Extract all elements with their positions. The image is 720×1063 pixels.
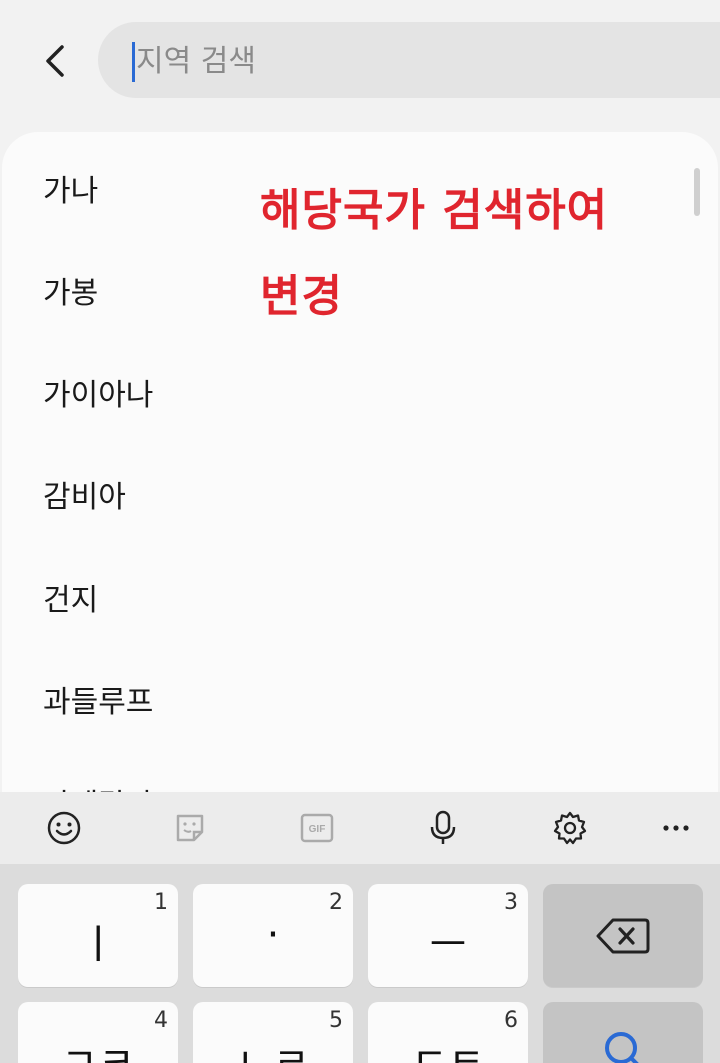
search-key[interactable] <box>543 1002 703 1063</box>
key-5[interactable]: 5 ㄴㄹ <box>193 1002 353 1063</box>
key-4[interactable]: 4 ㄱㅋ <box>18 1002 178 1063</box>
key-3[interactable]: 3 ㅡ <box>368 884 528 987</box>
key-1[interactable]: 1 ㅣ <box>18 884 178 987</box>
keyboard-toolbar: GIF <box>0 792 720 864</box>
settings-icon[interactable] <box>548 806 592 850</box>
key-label: · <box>266 912 280 958</box>
list-item[interactable]: 가이아나 <box>43 370 153 414</box>
gif-icon[interactable]: GIF <box>295 806 339 850</box>
list-item[interactable]: 감비아 <box>43 472 126 516</box>
keyboard: 1 ㅣ 2 · 3 ㅡ 4 ㄱㅋ 5 ㄴㄹ 6 ㄷㅌ <box>0 864 720 1063</box>
microphone-icon[interactable] <box>421 806 465 850</box>
backspace-key[interactable] <box>543 884 703 987</box>
search-icon <box>605 1032 639 1063</box>
back-button[interactable] <box>30 36 80 86</box>
sticker-icon[interactable] <box>168 806 212 850</box>
key-label: ㄷㅌ <box>411 1040 485 1063</box>
list-item[interactable]: 건지 <box>43 575 98 619</box>
search-input[interactable] <box>134 36 678 86</box>
list-item[interactable]: 가나 <box>43 166 98 210</box>
key-2[interactable]: 2 · <box>193 884 353 987</box>
back-arrow-icon <box>46 45 64 77</box>
region-list[interactable]: 가나 가봉 가이아나 감비아 건지 과들루프 과테말라 해당국가 검색하여 변경 <box>2 132 718 792</box>
list-item[interactable]: 과테말라 <box>43 780 153 792</box>
key-label: ㄱㅋ <box>61 1040 135 1063</box>
search-box[interactable] <box>98 22 720 98</box>
top-bar <box>0 18 720 108</box>
key-6[interactable]: 6 ㄷㅌ <box>368 1002 528 1063</box>
emoji-icon[interactable] <box>42 806 86 850</box>
annotation-line: 변경 <box>260 271 343 322</box>
more-icon[interactable] <box>654 806 698 850</box>
status-bar <box>0 0 720 6</box>
annotation-text: 해당국가 검색하여 변경 <box>260 168 700 340</box>
key-label: ㅡ <box>429 922 467 968</box>
list-item[interactable]: 과들루프 <box>43 677 153 721</box>
gif-label: GIF <box>309 824 326 835</box>
list-item[interactable]: 가봉 <box>43 268 98 312</box>
annotation-line: 해당국가 검색하여 <box>260 185 609 236</box>
key-label: ㄴㄹ <box>236 1040 310 1063</box>
backspace-icon <box>596 918 650 954</box>
key-label: ㅣ <box>79 922 117 968</box>
